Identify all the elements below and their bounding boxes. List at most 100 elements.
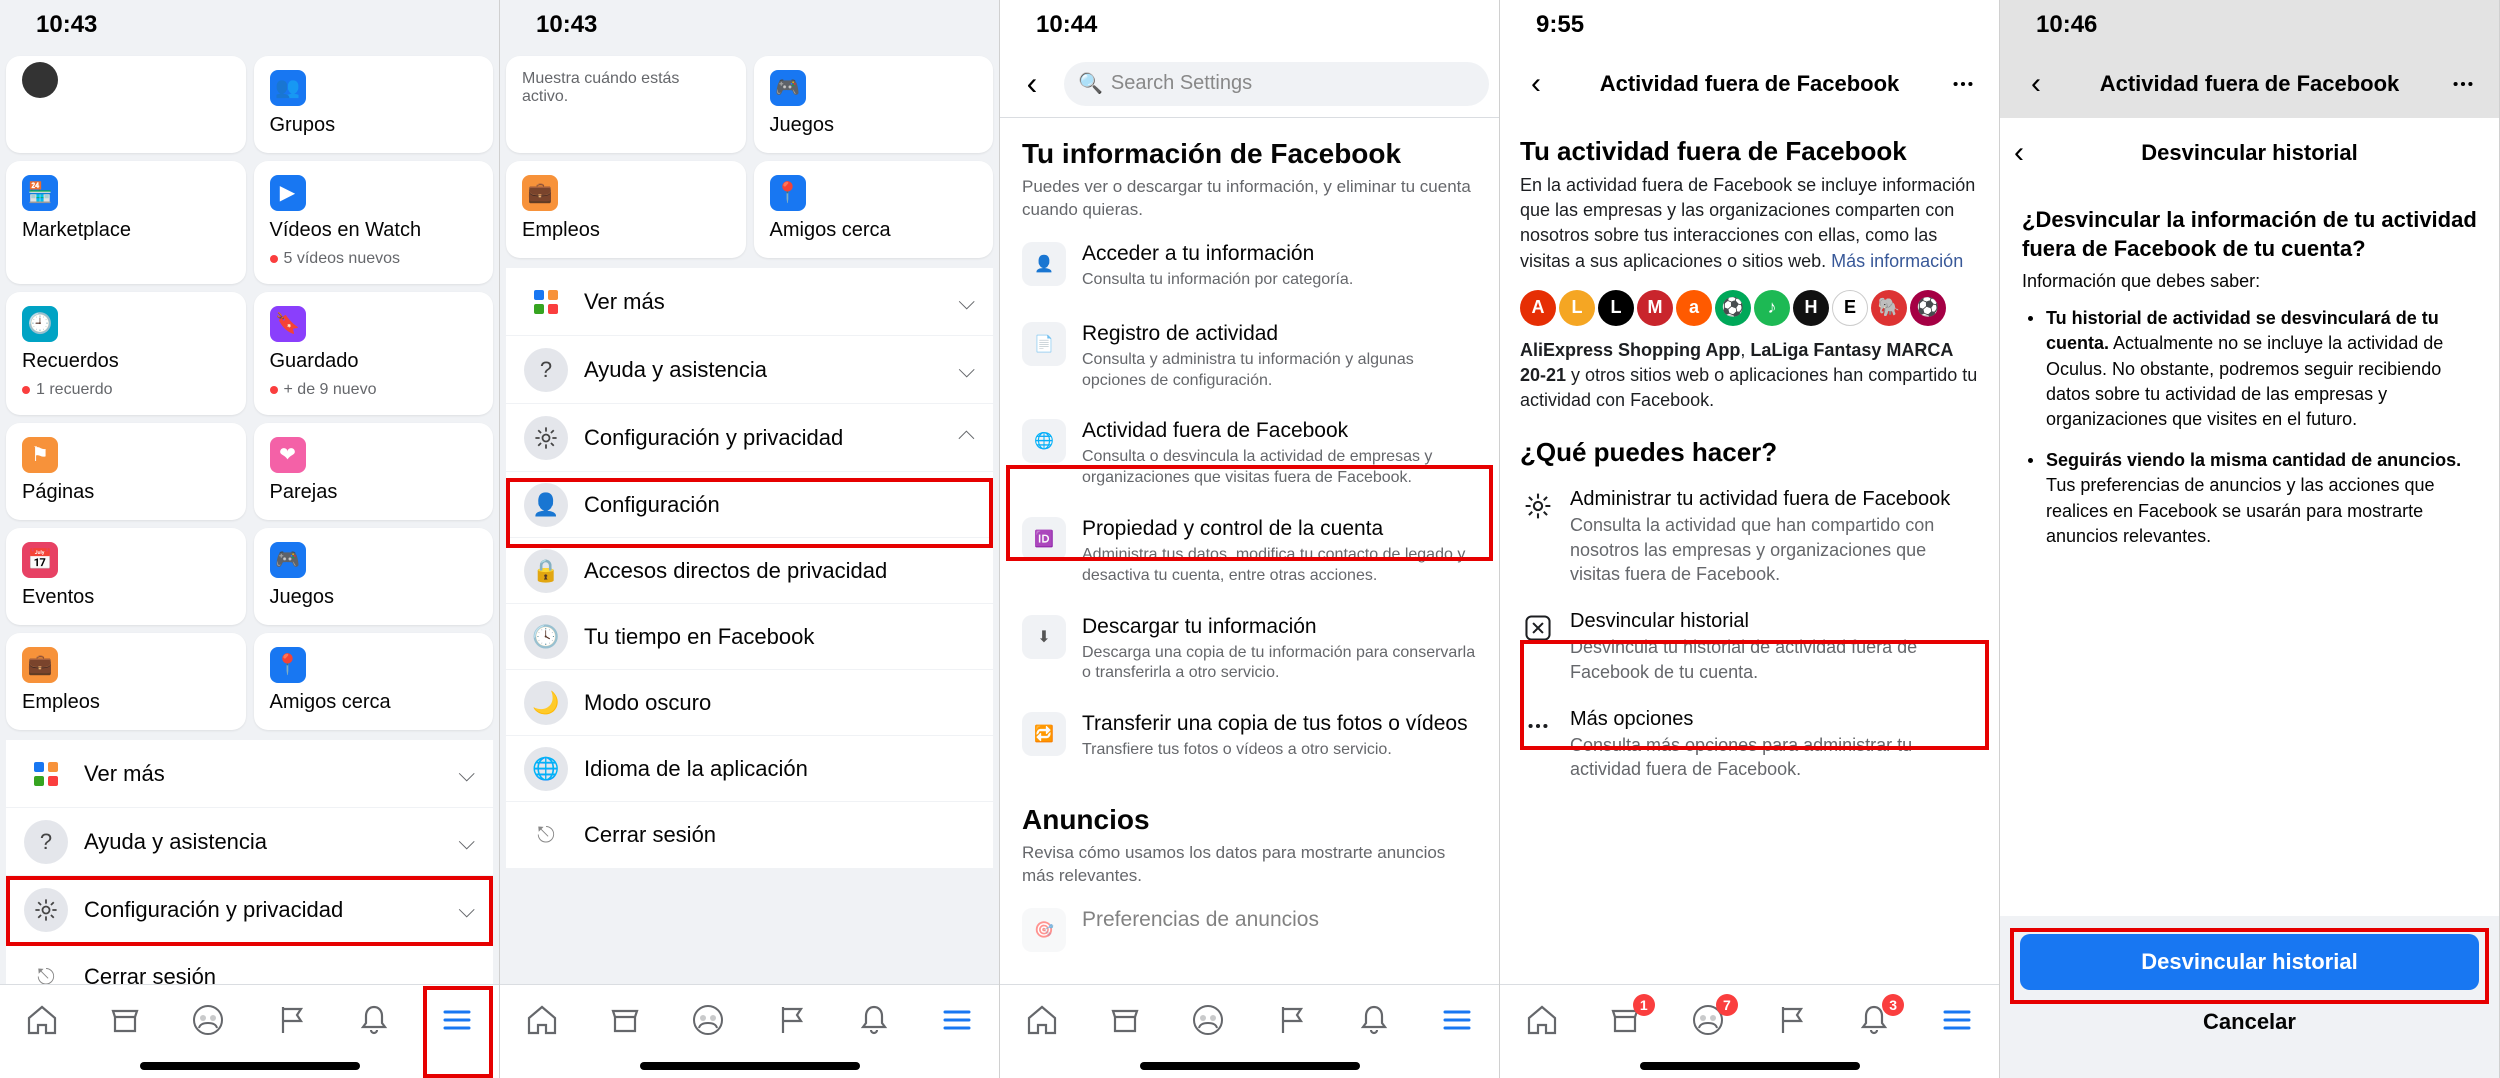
cancel-button[interactable]: Cancelar (2020, 994, 2479, 1050)
tab-groups[interactable] (184, 996, 232, 1044)
tab-market[interactable] (601, 996, 649, 1044)
tile-eventos-top[interactable]: Muestra cuándo estás activo. (506, 56, 746, 153)
tile-marketplace[interactable]: 🏪 Marketplace (6, 161, 246, 284)
row-config-privacy[interactable]: Configuración y privacidad ⌵ (6, 876, 493, 944)
description: En la actividad fuera de Facebook se inc… (1520, 173, 1979, 274)
tab-menu[interactable] (1433, 996, 1481, 1044)
sub-title: Desvincular historial (2054, 140, 2445, 166)
row-config-privacy-expanded[interactable]: Configuración y privacidad ⌵ (506, 404, 993, 472)
tab-groups[interactable]: 7 (1684, 996, 1732, 1044)
section-title: Tu información de Facebook (1022, 138, 1477, 170)
tile-empleos[interactable]: 💼 Empleos (6, 633, 246, 730)
tile-videos[interactable]: ▶ Vídeos en Watch 5 vídeos nuevos (254, 161, 494, 284)
activity-log-icon: 📄 (1022, 322, 1066, 366)
tab-bar (500, 984, 999, 1054)
sub-back-button[interactable]: ‹ (2014, 136, 2054, 170)
cfg-ownership[interactable]: 🆔 Propiedad y control de la cuenta Admin… (1000, 503, 1499, 601)
tab-market[interactable] (101, 996, 149, 1044)
tile-grupos[interactable]: 👥 Grupos (254, 56, 494, 153)
back-button[interactable]: ‹ (1514, 67, 1558, 101)
opt-title: Desvincular historial (1570, 610, 1979, 633)
ads-icon: 🎯 (1022, 908, 1066, 952)
opt-title: Más opciones (1570, 708, 1979, 731)
row-ayuda[interactable]: ? Ayuda y asistencia ⌵ (506, 336, 993, 404)
home-indicator[interactable] (1000, 1054, 1499, 1078)
tab-notifications[interactable]: 3 (1850, 996, 1898, 1044)
help-icon: ? (24, 820, 68, 864)
search-input[interactable]: 🔍 Search Settings (1064, 62, 1489, 106)
opt-more[interactable]: Más opciones Consulta más opciones para … (1520, 696, 1979, 794)
tile-sublabel: Muestra cuándo estás activo. (522, 70, 730, 106)
tab-menu[interactable] (1933, 996, 1981, 1044)
more-button[interactable] (2441, 70, 2485, 98)
row-label: Ayuda y asistencia (84, 829, 442, 855)
tab-pages[interactable] (267, 996, 315, 1044)
more-info-link[interactable]: Más información (1831, 251, 1963, 271)
section-title: Anuncios (1022, 804, 1477, 836)
app-icons[interactable]: A L L M a ⚽ ♪ H E 🐘 ⚽ (1520, 290, 1979, 326)
tab-market[interactable]: 1 (1601, 996, 1649, 1044)
row-logout[interactable]: ⎋ Cerrar sesión (6, 944, 493, 984)
tile-amigos-cerca[interactable]: 📍 Amigos cerca (254, 633, 494, 730)
status-time: 10:46 (2036, 11, 2097, 39)
tile-juegos[interactable]: 🎮 Juegos (754, 56, 994, 153)
tile-recuerdos[interactable]: 🕘 Recuerdos 1 recuerdo (6, 292, 246, 415)
opt-clear-history[interactable]: Desvincular historial Desvincula tu hist… (1520, 598, 1979, 696)
row-ayuda[interactable]: ? Ayuda y asistencia ⌵ (6, 808, 493, 876)
back-button[interactable]: ‹ (2014, 67, 2058, 101)
tab-pages[interactable] (767, 996, 815, 1044)
cfg-ad-prefs[interactable]: 🎯 Preferencias de anuncios (1000, 894, 1499, 974)
tab-home[interactable] (1518, 996, 1566, 1044)
subrow-modo-oscuro[interactable]: 🌙 Modo oscuro (506, 670, 993, 736)
home-indicator[interactable] (1500, 1054, 1999, 1078)
info-access-icon: 👤 (1022, 242, 1066, 286)
tab-notifications[interactable] (350, 996, 398, 1044)
opt-sub: Desvincula tu historial de actividad fue… (1570, 635, 1979, 684)
more-button[interactable] (1941, 70, 1985, 98)
tab-market[interactable] (1101, 996, 1149, 1044)
tab-menu[interactable] (933, 996, 981, 1044)
tab-notifications[interactable] (850, 996, 898, 1044)
subrow-accesos-privacidad[interactable]: 🔒 Accesos directos de privacidad (506, 538, 993, 604)
opt-manage[interactable]: Administrar tu actividad fuera de Facebo… (1520, 476, 1979, 598)
cfg-access-info[interactable]: 👤 Acceder a tu información Consulta tu i… (1000, 228, 1499, 308)
primary-button[interactable]: Desvincular historial (2020, 934, 2479, 990)
row-ver-mas[interactable]: Ver más ⌵ (6, 740, 493, 808)
tab-home[interactable] (18, 996, 66, 1044)
tile-parejas[interactable]: ❤ Parejas (254, 423, 494, 520)
tab-home[interactable] (1018, 996, 1066, 1044)
search-header: ‹ 🔍 Search Settings (1000, 50, 1499, 118)
tile-guardado[interactable]: 🔖 Guardado + de 9 nuevo (254, 292, 494, 415)
tab-menu[interactable] (433, 996, 481, 1044)
app-icon: ⚽ (1910, 290, 1946, 326)
cfg-download[interactable]: ⬇ Descargar tu información Descarga una … (1000, 601, 1499, 699)
subrow-configuracion[interactable]: 👤 Configuración (506, 472, 993, 538)
app-icon: a (1676, 290, 1712, 326)
row-ver-mas[interactable]: Ver más ⌵ (506, 268, 993, 336)
tab-home[interactable] (518, 996, 566, 1044)
status-bar: 10:43 (0, 0, 499, 50)
home-indicator[interactable] (500, 1054, 999, 1078)
tab-notifications[interactable] (1350, 996, 1398, 1044)
tab-pages[interactable] (1767, 996, 1815, 1044)
bullet-item: Seguirás viendo la misma cantidad de anu… (2022, 448, 2477, 549)
row-logout[interactable]: ⎋ Cerrar sesión (506, 802, 993, 868)
subrow-tu-tiempo[interactable]: 🕓 Tu tiempo en Facebook (506, 604, 993, 670)
tile-eventos[interactable]: 📅 Eventos (6, 528, 246, 625)
tab-groups[interactable] (684, 996, 732, 1044)
tile-juegos[interactable]: 🎮 Juegos (254, 528, 494, 625)
tab-groups[interactable] (1184, 996, 1232, 1044)
tile-paginas[interactable]: ⚑ Páginas (6, 423, 246, 520)
subrow-idioma[interactable]: 🌐 Idioma de la aplicación (506, 736, 993, 802)
cfg-off-fb-activity[interactable]: 🌐 Actividad fuera de Facebook Consulta o… (1000, 405, 1499, 503)
back-button[interactable]: ‹ (1010, 62, 1054, 106)
tile-label: Recuerdos (22, 350, 230, 373)
tile-amigos-cerca[interactable]: 📍 Amigos cerca (754, 161, 994, 258)
tab-pages[interactable] (1267, 996, 1315, 1044)
tile-profile-placeholder[interactable] (6, 56, 246, 153)
tile-empleos[interactable]: 💼 Empleos (506, 161, 746, 258)
home-indicator[interactable] (0, 1054, 499, 1078)
cfg-activity-log[interactable]: 📄 Registro de actividad Consulta y admin… (1000, 308, 1499, 406)
cfg-transfer[interactable]: 🔁 Transferir una copia de tus fotos o ví… (1000, 698, 1499, 778)
opt-title: Administrar tu actividad fuera de Facebo… (1570, 488, 1979, 511)
